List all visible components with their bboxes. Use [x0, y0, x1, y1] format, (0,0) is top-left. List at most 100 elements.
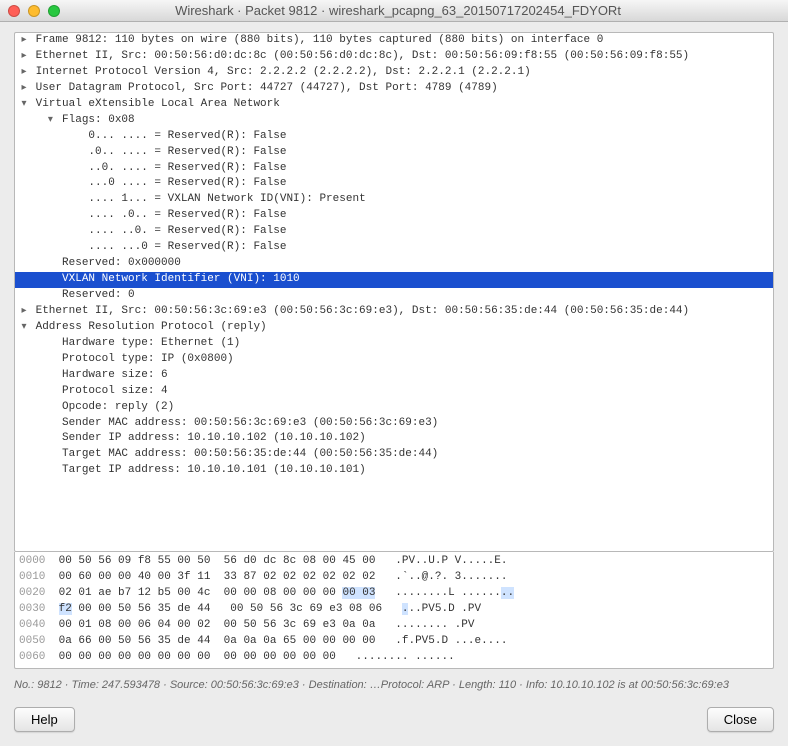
tree-row[interactable]: .... ...0 = Reserved(R): False	[15, 240, 773, 256]
tree-row[interactable]: Virtual eXtensible Local Area Network	[15, 97, 773, 113]
tree-row-text: Reserved: 0	[62, 289, 135, 301]
hex-row[interactable]: 0000 00 50 56 09 f8 55 00 50 56 d0 dc 8c…	[19, 554, 769, 570]
tree-row-text: Protocol type: IP (0x0800)	[62, 353, 234, 365]
disclosure-blank-icon	[72, 129, 82, 145]
close-icon[interactable]	[8, 5, 20, 17]
hex-row[interactable]: 0020 02 01 ae b7 12 b5 00 4c 00 00 08 00…	[19, 586, 769, 602]
tree-row[interactable]: Target IP address: 10.10.10.101 (10.10.1…	[15, 463, 773, 479]
hex-row[interactable]: 0050 0a 66 00 50 56 35 de 44 0a 0a 0a 65…	[19, 634, 769, 650]
tree-row[interactable]: Protocol type: IP (0x0800)	[15, 352, 773, 368]
tree-row-text: 0... .... = Reserved(R): False	[88, 130, 286, 142]
tree-row-text: Virtual eXtensible Local Area Network	[36, 98, 280, 110]
tree-row[interactable]: Flags: 0x08	[15, 113, 773, 129]
tree-row[interactable]: .... 1... = VXLAN Network ID(VNI): Prese…	[15, 192, 773, 208]
tree-row-text: Frame 9812: 110 bytes on wire (880 bits)…	[36, 34, 604, 46]
disclosure-blank-icon	[72, 192, 82, 208]
tree-row[interactable]: ...0 .... = Reserved(R): False	[15, 176, 773, 192]
disclosure-blank-icon	[72, 240, 82, 256]
tree-row[interactable]: .... ..0. = Reserved(R): False	[15, 224, 773, 240]
tree-row-text: Hardware type: Ethernet (1)	[62, 337, 240, 349]
tree-row-text: ...0 .... = Reserved(R): False	[88, 177, 286, 189]
tree-row[interactable]: Reserved: 0	[15, 288, 773, 304]
tree-row[interactable]: Reserved: 0x000000	[15, 256, 773, 272]
tree-row[interactable]: Internet Protocol Version 4, Src: 2.2.2.…	[15, 65, 773, 81]
tree-row-text: Reserved: 0x000000	[62, 257, 181, 269]
disclosure-blank-icon	[72, 176, 82, 192]
tree-row[interactable]: Target MAC address: 00:50:56:35:de:44 (0…	[15, 447, 773, 463]
tree-row[interactable]: Ethernet II, Src: 00:50:56:d0:dc:8c (00:…	[15, 49, 773, 65]
disclosure-blank-icon	[72, 161, 82, 177]
disclosure-expanded-icon[interactable]	[19, 97, 29, 113]
disclosure-expanded-icon[interactable]	[45, 113, 55, 129]
window-title: Wireshark · Packet 9812 · wireshark_pcap…	[68, 3, 728, 18]
hex-row[interactable]: 0030 f2 00 00 50 56 35 de 44 00 50 56 3c…	[19, 602, 769, 618]
disclosure-blank-icon	[45, 336, 55, 352]
tree-row[interactable]: 0... .... = Reserved(R): False	[15, 129, 773, 145]
disclosure-collapsed-icon[interactable]	[19, 33, 29, 49]
tree-row-text: Address Resolution Protocol (reply)	[36, 321, 267, 333]
disclosure-blank-icon	[45, 368, 55, 384]
disclosure-blank-icon	[45, 384, 55, 400]
tree-row[interactable]: User Datagram Protocol, Src Port: 44727 …	[15, 81, 773, 97]
tree-row-text: Opcode: reply (2)	[62, 401, 174, 413]
tree-row[interactable]: ..0. .... = Reserved(R): False	[15, 161, 773, 177]
disclosure-blank-icon	[72, 145, 82, 161]
tree-row[interactable]: .0.. .... = Reserved(R): False	[15, 145, 773, 161]
tree-row[interactable]: Sender IP address: 10.10.10.102 (10.10.1…	[15, 431, 773, 447]
disclosure-blank-icon	[45, 416, 55, 432]
packet-details-tree[interactable]: Frame 9812: 110 bytes on wire (880 bits)…	[14, 32, 774, 552]
tree-row-text: .... .0.. = Reserved(R): False	[88, 209, 286, 221]
tree-row-text: Sender IP address: 10.10.10.102 (10.10.1…	[62, 432, 366, 444]
zoom-icon[interactable]	[48, 5, 60, 17]
packet-bytes-hexdump[interactable]: 0000 00 50 56 09 f8 55 00 50 56 d0 dc 8c…	[14, 552, 774, 669]
hex-row[interactable]: 0060 00 00 00 00 00 00 00 00 00 00 00 00…	[19, 650, 769, 666]
tree-row[interactable]: Address Resolution Protocol (reply)	[15, 320, 773, 336]
tree-row-text: ..0. .... = Reserved(R): False	[88, 162, 286, 174]
tree-row[interactable]: Hardware size: 6	[15, 368, 773, 384]
disclosure-blank-icon	[72, 208, 82, 224]
disclosure-blank-icon	[45, 256, 55, 272]
disclosure-collapsed-icon[interactable]	[19, 49, 29, 65]
disclosure-blank-icon	[45, 272, 55, 288]
tree-row-text: User Datagram Protocol, Src Port: 44727 …	[36, 82, 498, 94]
tree-row[interactable]: .... .0.. = Reserved(R): False	[15, 208, 773, 224]
tree-row-text: Target MAC address: 00:50:56:35:de:44 (0…	[62, 448, 438, 460]
tree-row-text: .0.. .... = Reserved(R): False	[88, 146, 286, 158]
titlebar: Wireshark · Packet 9812 · wireshark_pcap…	[0, 0, 788, 22]
tree-row-text: .... 1... = VXLAN Network ID(VNI): Prese…	[88, 193, 365, 205]
tree-row[interactable]: VXLAN Network Identifier (VNI): 1010	[15, 272, 773, 288]
disclosure-blank-icon	[72, 224, 82, 240]
disclosure-collapsed-icon[interactable]	[19, 81, 29, 97]
tree-row[interactable]: Protocol size: 4	[15, 384, 773, 400]
close-button[interactable]: Close	[707, 707, 774, 732]
tree-row-text: Ethernet II, Src: 00:50:56:d0:dc:8c (00:…	[36, 50, 690, 62]
tree-row-text: Internet Protocol Version 4, Src: 2.2.2.…	[36, 66, 531, 78]
tree-row-text: .... ..0. = Reserved(R): False	[88, 225, 286, 237]
disclosure-blank-icon	[45, 447, 55, 463]
hex-row[interactable]: 0040 00 01 08 00 06 04 00 02 00 50 56 3c…	[19, 618, 769, 634]
tree-row-text: Hardware size: 6	[62, 369, 168, 381]
status-bar: No.: 9812 · Time: 247.593478 · Source: 0…	[14, 679, 774, 691]
tree-row[interactable]: Sender MAC address: 00:50:56:3c:69:e3 (0…	[15, 416, 773, 432]
tree-row-text: Target IP address: 10.10.10.101 (10.10.1…	[62, 464, 366, 476]
disclosure-expanded-icon[interactable]	[19, 320, 29, 336]
hex-row[interactable]: 0010 00 60 00 00 40 00 3f 11 33 87 02 02…	[19, 570, 769, 586]
disclosure-blank-icon	[45, 431, 55, 447]
disclosure-blank-icon	[45, 400, 55, 416]
disclosure-blank-icon	[45, 463, 55, 479]
tree-row[interactable]: Opcode: reply (2)	[15, 400, 773, 416]
help-button[interactable]: Help	[14, 707, 75, 732]
disclosure-collapsed-icon[interactable]	[19, 65, 29, 81]
tree-row[interactable]: Hardware type: Ethernet (1)	[15, 336, 773, 352]
tree-row[interactable]: Frame 9812: 110 bytes on wire (880 bits)…	[15, 33, 773, 49]
tree-row-text: Sender MAC address: 00:50:56:3c:69:e3 (0…	[62, 417, 438, 429]
tree-row-text: VXLAN Network Identifier (VNI): 1010	[62, 273, 300, 285]
disclosure-blank-icon	[45, 352, 55, 368]
tree-row-text: Protocol size: 4	[62, 385, 168, 397]
tree-row-text: Flags: 0x08	[62, 114, 135, 126]
tree-row[interactable]: Ethernet II, Src: 00:50:56:3c:69:e3 (00:…	[15, 304, 773, 320]
disclosure-collapsed-icon[interactable]	[19, 304, 29, 320]
minimize-icon[interactable]	[28, 5, 40, 17]
tree-row-text: Ethernet II, Src: 00:50:56:3c:69:e3 (00:…	[36, 305, 690, 317]
tree-row-text: .... ...0 = Reserved(R): False	[88, 241, 286, 253]
